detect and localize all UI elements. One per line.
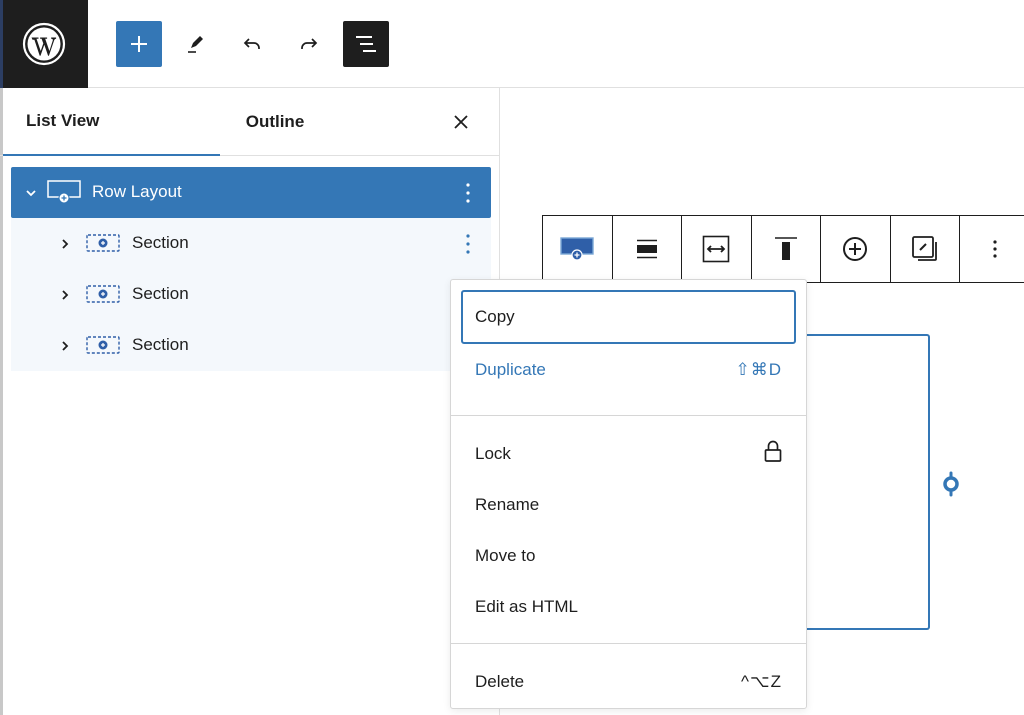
tab-outline[interactable]: Outline	[220, 88, 330, 156]
tree-item-section[interactable]: Section	[11, 320, 491, 371]
editor-header	[0, 0, 1024, 88]
menu-group-copy: Copy Duplicate ⇧⌘D	[451, 290, 806, 416]
tree-item-row-layout[interactable]: Row Layout	[11, 167, 491, 218]
chevron-down-icon[interactable]	[23, 185, 39, 201]
menu-item-label: Lock	[475, 443, 511, 463]
menu-item-delete[interactable]: Delete ^⌥Z	[451, 656, 806, 707]
undo-icon	[243, 38, 260, 49]
menu-item-label: Rename	[475, 494, 540, 514]
menu-item-rename[interactable]: Rename	[451, 479, 806, 530]
row-layout-icon	[47, 179, 81, 205]
chevron-right-icon[interactable]	[57, 338, 73, 354]
block-options-menu: Copy Duplicate ⇧⌘D Lock Rename Move to E…	[450, 279, 807, 709]
chevron-right-icon[interactable]	[57, 287, 73, 303]
stretch-width-icon	[702, 235, 730, 263]
menu-item-move-to[interactable]: Move to	[451, 530, 806, 581]
sidebar-tabs: List View Outline	[0, 88, 499, 156]
menu-item-label: Move to	[475, 545, 536, 565]
chevron-right-icon[interactable]	[57, 236, 73, 252]
add-section-button[interactable]	[821, 216, 891, 282]
menu-group-delete: Delete ^⌥Z	[451, 644, 806, 707]
menu-item-copy[interactable]: Copy	[461, 290, 796, 344]
menu-item-duplicate[interactable]: Duplicate ⇧⌘D	[451, 344, 806, 395]
document-overview-button[interactable]	[343, 21, 389, 67]
undo-button[interactable]	[229, 21, 275, 67]
more-vertical-icon	[993, 240, 997, 258]
tree-item-section[interactable]: Section	[11, 218, 491, 269]
block-toolbar	[542, 215, 1024, 283]
styles-button[interactable]	[891, 216, 960, 282]
block-tree: Row Layout Section Section Section	[11, 167, 491, 371]
row-layout-options-button[interactable]	[459, 180, 477, 206]
plus-circle-icon	[843, 237, 868, 261]
section-options-button[interactable]	[459, 231, 477, 257]
tools-button[interactable]	[172, 21, 218, 67]
vertical-align-button[interactable]	[752, 216, 821, 282]
tree-item-label: Section	[132, 335, 189, 354]
more-options-button[interactable]	[960, 216, 1024, 282]
menu-item-label: Delete	[475, 671, 525, 691]
shortcut-label: ^⌥Z	[741, 671, 782, 691]
tree-item-label: Section	[132, 233, 189, 252]
menu-group-tools: Lock Rename Move to Edit as HTML	[451, 416, 806, 644]
more-vertical-icon	[466, 234, 470, 254]
close-icon	[454, 115, 468, 129]
menu-item-label: Duplicate	[475, 359, 546, 379]
block-type-button[interactable]	[543, 216, 613, 282]
tree-item-label: Row Layout	[92, 182, 182, 201]
list-view-icon	[356, 36, 376, 52]
lock-icon	[764, 440, 782, 467]
close-sidebar-button[interactable]	[447, 110, 475, 134]
pencil-icon	[188, 36, 203, 53]
resize-handle-icon	[943, 471, 959, 497]
list-view-sidebar: List View Outline Row Layout Section Sec…	[0, 88, 500, 715]
menu-item-edit-as-html[interactable]: Edit as HTML	[451, 581, 806, 632]
menu-item-label: Edit as HTML	[475, 596, 578, 616]
align-full-icon	[636, 239, 657, 259]
redo-button[interactable]	[286, 21, 332, 67]
tree-item-label: Section	[132, 284, 189, 303]
width-button[interactable]	[682, 216, 752, 282]
tab-list-view[interactable]: List View	[3, 88, 220, 156]
tree-item-section[interactable]: Section	[11, 269, 491, 320]
section-icon	[86, 336, 120, 354]
plus-icon	[131, 36, 147, 52]
shortcut-label: ⇧⌘D	[735, 359, 782, 379]
menu-item-label: Copy	[475, 307, 515, 326]
styles-copy-icon	[911, 236, 937, 261]
add-block-button[interactable]	[116, 21, 162, 67]
align-button[interactable]	[613, 216, 682, 282]
more-vertical-icon	[466, 183, 470, 203]
menu-item-lock[interactable]: Lock	[451, 428, 806, 479]
block-editor: List View Outline Row Layout Section Sec…	[0, 0, 1024, 715]
vertical-align-top-icon	[774, 237, 797, 260]
section-icon	[86, 285, 120, 303]
resize-handle[interactable]	[940, 470, 962, 498]
wordpress-logo-button[interactable]	[0, 0, 88, 88]
row-layout-icon	[560, 237, 594, 261]
section-icon	[86, 234, 120, 252]
redo-icon	[301, 38, 318, 49]
wordpress-logo-icon	[22, 22, 66, 66]
